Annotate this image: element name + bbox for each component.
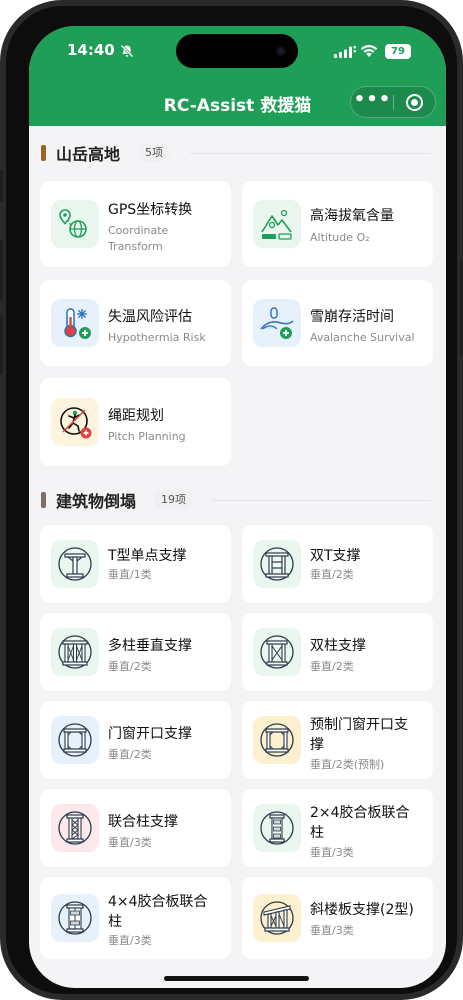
mini-program-capsule: ••• [350,86,436,118]
plywood-laced-post-icon [253,804,301,852]
climber-rope-icon [51,398,99,446]
tool-card-pitch-planning[interactable]: 绳距规划 Pitch Planning [40,378,231,466]
multi-post-shore-icon [51,628,99,676]
volume-down-button [0,315,3,375]
tool-card-subtitle: 垂直/3类 [310,846,354,859]
tool-card-subtitle: Hypothermia Risk [108,331,206,344]
tool-card-two-post-shore[interactable]: 双柱支撑 垂直/2类 [242,613,433,691]
tool-card-gps[interactable]: GPS坐标转换 Coordinate Transform [40,181,231,267]
tool-card-title: 门窗开口支撑 [108,726,192,742]
tool-card-subtitle: Altitude O₂ [310,231,370,244]
avalanche-icon [253,299,301,347]
tool-card-title: 4×4胶合板联合 [108,894,208,910]
phone-bezel: 14:40 79 RC-Assist 救援猫 ••• 山岳高地 5项 GPS坐标… [6,6,457,994]
section-title: 山岳高地 [56,145,121,164]
volume-up-button [0,240,3,300]
more-options-button[interactable]: ••• [351,87,394,117]
section-title: 建筑物倒塌 [56,492,137,511]
screen: 14:40 79 RC-Assist 救援猫 ••• 山岳高地 5项 GPS坐标… [29,26,446,988]
tool-card-title: T型单点支撑 [108,548,187,564]
tool-card-subtitle: 垂直/3类 [310,924,354,937]
action-button [0,170,3,202]
tool-card-title: 高海拔氧含量 [310,208,394,224]
tool-card-title: 多柱垂直支撑 [108,638,192,654]
tool-card-double-t-shore[interactable]: 双T支撑 垂直/2类 [242,525,433,603]
tool-card-title: 预制门窗开口支 [310,717,408,733]
two-post-shore-icon [253,628,301,676]
tool-card-title: 绳距规划 [108,408,164,424]
wifi-icon [360,45,378,57]
tool-card-t-shore[interactable]: T型单点支撑 垂直/1类 [40,525,231,603]
tool-card-combined-post[interactable]: 联合柱支撑 垂直/3类 [40,789,231,867]
section-accent-bar [41,492,46,508]
plywood-laced-4x4-icon [51,894,99,942]
tool-card-subtitle: 垂直/2类 [310,660,354,673]
tool-card-subtitle: 垂直/2类(预制) [310,758,385,771]
app-header: 14:40 79 RC-Assist 救援猫 ••• [29,26,446,126]
section-divider [212,500,431,501]
combined-post-icon [51,804,99,852]
mountain-altitude-icon [253,200,301,248]
tool-card-subtitle: 垂直/2类 [108,748,152,761]
tool-card-title: 斜楼板支撑(2型) [310,902,414,918]
tool-card-prefab-window-shore[interactable]: 预制门窗开口支 撑 垂直/2类(预制) [242,701,433,779]
dynamic-island [176,34,298,68]
section-divider [190,153,431,154]
section-accent-bar [41,145,46,161]
double-t-shore-icon [253,540,301,588]
tool-card-plywood-laced-post-2x4[interactable]: 2×4胶合板联合 柱 垂直/3类 [242,789,433,867]
thermometer-icon [51,299,99,347]
bell-muted-icon [120,44,134,58]
tool-card-plywood-laced-post-4x4[interactable]: 4×4胶合板联合 柱 垂直/3类 [40,877,231,959]
tool-card-title: 雪崩存活时间 [310,309,394,325]
tool-card-title: GPS坐标转换 [108,202,193,218]
tool-card-title: 失温风险评估 [108,309,192,325]
tool-card-subtitle: 垂直/3类 [108,836,152,849]
tool-card-subtitle-line2: Transform [108,240,163,253]
tool-card-title: 联合柱支撑 [108,814,178,830]
sloped-floor-shore-icon [253,894,301,942]
tool-card-sloped-floor-shore[interactable]: 斜楼板支撑(2型) 垂直/3类 [242,877,433,959]
tool-card-avalanche[interactable]: 雪崩存活时间 Avalanche Survival [242,280,433,366]
tool-card-window-shore[interactable]: 门窗开口支撑 垂直/2类 [40,701,231,779]
status-time: 14:40 [67,41,115,59]
tool-card-multi-post-shore[interactable]: 多柱垂直支撑 垂直/2类 [40,613,231,691]
section-header-mountain: 山岳高地 5项 [40,141,435,165]
camera-icon [276,46,286,56]
tool-card-subtitle: Avalanche Survival [310,331,415,344]
tool-card-subtitle: Pitch Planning [108,430,186,443]
tool-card-title: 双T支撑 [310,548,361,564]
tool-card-title-line2: 柱 [108,914,122,930]
home-indicator[interactable] [164,976,309,981]
tool-card-hypothermia[interactable]: 失温风险评估 Hypothermia Risk [40,280,231,366]
battery-indicator: 79 [385,44,411,59]
tool-card-altitude[interactable]: 高海拔氧含量 Altitude O₂ [242,181,433,267]
capsule-divider [393,95,394,110]
section-header-building-collapse: 建筑物倒塌 19项 [40,488,435,512]
t-shore-icon [51,540,99,588]
tool-card-subtitle: Coordinate [108,224,169,237]
section-count-badge: 19项 [154,490,193,509]
tool-card-title: 2×4胶合板联合 [310,805,410,821]
tool-card-title-line2: 撑 [310,737,324,753]
tool-card-subtitle: 垂直/3类 [108,934,152,947]
tool-card-subtitle: 垂直/1类 [108,568,152,581]
tool-card-subtitle: 垂直/2类 [108,660,152,673]
globe-gps-icon [51,200,99,248]
close-mini-program-button[interactable] [406,94,423,111]
section-count-badge: 5项 [138,143,170,162]
cellular-signal-icon [334,46,356,58]
tool-card-title: 双柱支撑 [310,638,366,654]
phone-frame: 14:40 79 RC-Assist 救援猫 ••• 山岳高地 5项 GPS坐标… [0,0,463,1000]
window-shore-icon [51,716,99,764]
prefab-window-shore-icon [253,716,301,764]
tool-card-subtitle: 垂直/2类 [310,568,354,581]
tool-card-title-line2: 柱 [310,825,324,841]
